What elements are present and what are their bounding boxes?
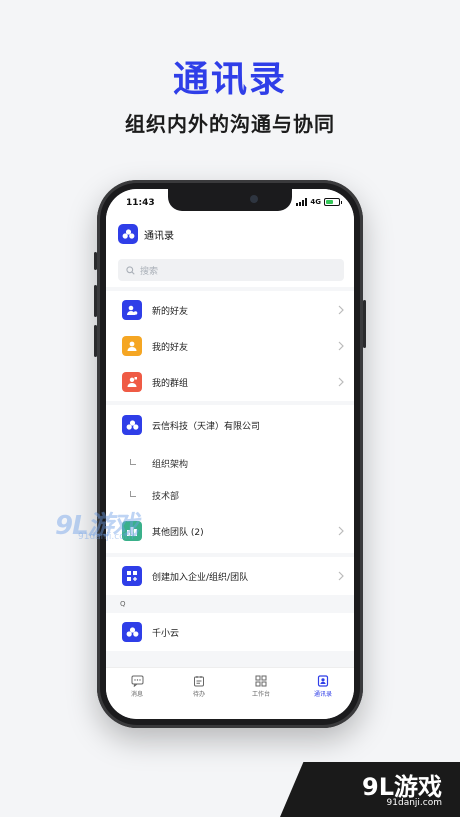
contacts-card: 新的好友 我的好友 我的群组 [106,291,354,401]
create-org-button[interactable]: 创建加入企业/组织/团队 [106,558,354,594]
phone-notch [168,189,292,211]
my-groups-icon [122,372,142,392]
org-name: 云信科技（天津）有限公司 [152,421,261,432]
org-row[interactable]: 云信科技（天津）有限公司 [106,407,354,443]
create-org-icon [122,566,142,586]
create-org-label: 创建加入企业/组织/团队 [152,572,249,583]
tab-workbench[interactable]: 工作台 [230,675,292,719]
message-icon [131,675,143,687]
create-card: 创建加入企业/组织/团队 [106,557,354,595]
bottom-tab-bar: 消息 待办 工作台 通讯录 [106,667,354,719]
camera-icon [250,195,258,203]
hero-subtitle: 组织内外的沟通与协同 [125,112,335,136]
tree-branch-icon [130,458,136,465]
search-area: 搜索 [106,255,354,287]
phone-volume-up [94,285,97,317]
chevron-right-icon [338,341,344,351]
org-child-label: 技术部 [152,491,180,502]
tab-label: 待办 [192,691,205,698]
corner-badge: 9L游戏 91danji.com [280,762,460,817]
phone-frame: 11:43 4G 通讯录 搜索 新的好友 我的好友 我的群组 云信科技（天津）有… [94,180,366,728]
hero-title: 通讯录 [172,59,287,100]
tab-label: 工作台 [251,691,270,698]
workbench-icon [255,675,267,687]
org-logo-icon [122,415,142,435]
app-logo-icon [118,224,138,244]
chevron-right-icon [338,305,344,315]
new-friend-icon [122,300,142,320]
row-my-groups[interactable]: 我的群组 [106,364,354,400]
phone-volume-down [94,325,97,357]
tab-todo[interactable]: 待办 [168,675,230,719]
search-icon [126,265,135,275]
tab-messages[interactable]: 消息 [106,675,168,719]
row-new-friends[interactable]: 新的好友 [106,292,354,328]
status-time: 11:43 [126,198,155,208]
app-header: 通讯录 [106,213,354,255]
organization-card: 云信科技（天津）有限公司 组织架构 技术部 其他团队 (2) [106,405,354,553]
page-title: 通讯录 [144,230,174,242]
tab-contacts[interactable]: 通讯录 [292,675,354,719]
person-row[interactable]: 千小云 [106,614,354,650]
watermark-url: 91danji.com [78,532,134,542]
org-child-tech[interactable]: 技术部 [106,479,354,511]
row-label: 我的群组 [152,378,189,389]
index-letter: Q [120,600,126,608]
chevron-right-icon [338,571,344,581]
search-input[interactable]: 搜索 [118,259,344,281]
signal-icon [296,198,308,206]
org-child-structure[interactable]: 组织架构 [106,447,354,479]
search-placeholder: 搜索 [140,266,159,277]
row-other-teams[interactable]: 其他团队 (2) [106,513,354,549]
person-card: 千小云 [106,613,354,651]
contacts-icon [317,675,329,687]
row-label: 我的好友 [152,342,189,353]
row-label: 新的好友 [152,306,189,317]
other-teams-label: 其他团队 (2) [152,527,204,538]
phone-side-button [94,252,97,270]
battery-icon [324,198,342,206]
chevron-right-icon [338,377,344,387]
tab-label: 通讯录 [313,691,332,698]
avatar [122,622,142,642]
phone-power-button [363,300,366,348]
network-label: 4G [310,198,321,206]
person-name: 千小云 [152,628,180,639]
status-indicators: 4G [296,198,342,206]
todo-icon [194,676,204,687]
corner-logo: 9L游戏 [362,773,442,801]
tab-label: 消息 [130,691,143,698]
org-child-label: 组织架构 [152,459,189,470]
chevron-right-icon [338,526,344,536]
my-friends-icon [122,336,142,356]
corner-url: 91danji.com [386,798,442,808]
phone-screen: 11:43 4G 通讯录 搜索 新的好友 我的好友 我的群组 云信科技（天津）有… [106,189,354,719]
tree-branch-icon [130,490,136,497]
row-my-friends[interactable]: 我的好友 [106,328,354,364]
